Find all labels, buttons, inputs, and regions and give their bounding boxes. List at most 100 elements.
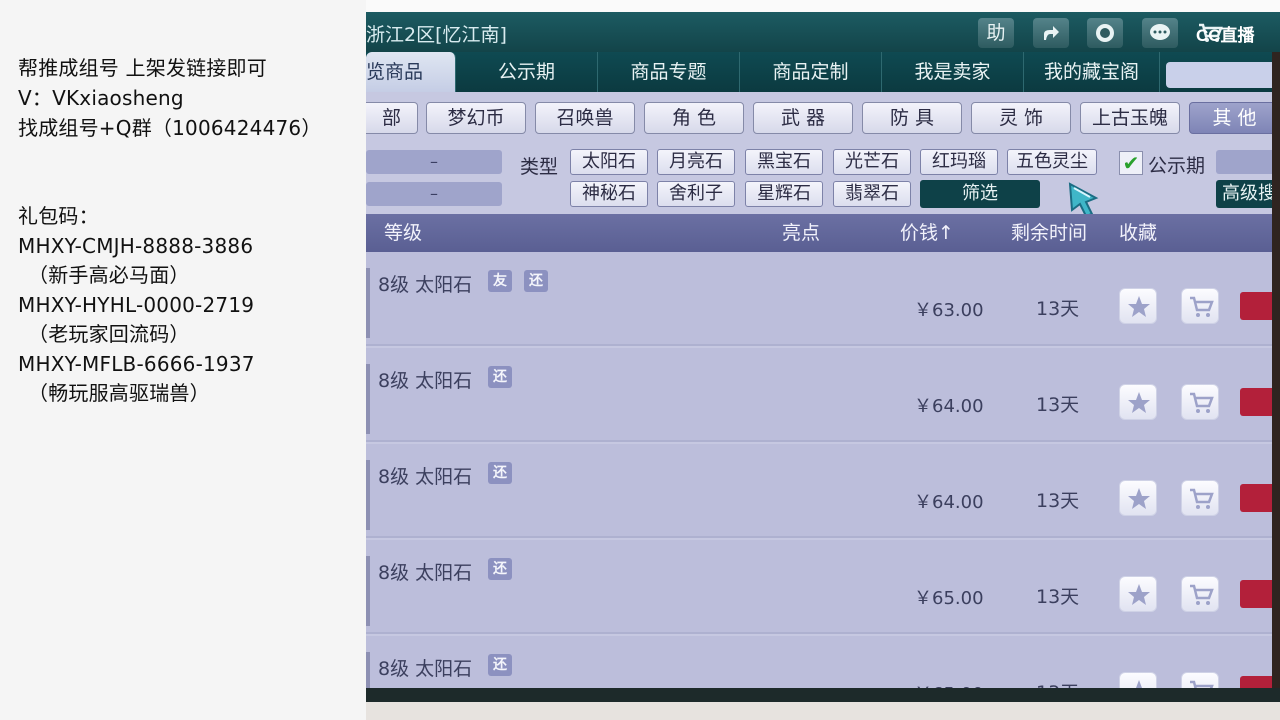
row-edge [366,268,370,338]
table-row[interactable]: 8级 太阳石 还 ￥64.00 13天 [366,348,1280,442]
gift-code-2-note: （老玩家回流码） [28,322,190,346]
type-chip-moon-stone[interactable]: 月亮石 [657,149,735,175]
cart-icon [1190,488,1214,509]
type-chip-relic[interactable]: 舍利子 [657,181,735,207]
category-characters[interactable]: 角 色 [644,102,744,134]
star-icon [1128,296,1150,317]
type-chip-jade-stone[interactable]: 翡翠石 [833,181,911,207]
add-to-cart-button[interactable] [1181,576,1219,612]
row-edge [366,556,370,626]
favorite-button[interactable] [1119,480,1157,516]
sort-arrow-icon: ↑ [938,222,954,244]
category-other[interactable]: 其 他 [1189,102,1280,134]
category-all[interactable]: 部 [366,102,418,134]
title-bar: 浙江2区[忆江南] 助 CC直播 [366,12,1280,52]
item-name: 8级 太阳石 [378,370,473,392]
cart-icon [1190,392,1214,413]
type-chip-red-agate[interactable]: 红玛瑙 [920,149,998,175]
category-weapons[interactable]: 武 器 [753,102,853,134]
category-ancient-jade[interactable]: 上古玉魄 [1080,102,1180,134]
item-name: 8级 太阳石 [378,562,473,584]
qq-group-line: 找成组号+Q群（1006424476） [18,116,322,140]
add-to-cart-button[interactable] [1181,384,1219,420]
item-remaining: 13天 [1036,490,1080,512]
top-strip [366,0,1280,12]
chat-button[interactable] [1142,18,1178,48]
item-remaining: 13天 [1036,298,1080,320]
type-chip-five-color-dust[interactable]: 五色灵尘 [1007,149,1097,175]
record-icon [1096,24,1114,42]
bargain-tag: 还 [488,366,512,388]
tab-custom[interactable]: 商品定制 [740,52,882,92]
table-row[interactable]: 8级 太阳石 还 ￥64.00 13天 [366,444,1280,538]
item-name: 8级 太阳石 [378,658,473,680]
item-name: 8级 太阳石 [378,466,473,488]
row-edge [366,364,370,434]
favorite-button[interactable] [1119,288,1157,324]
contact-line: V：VKxiaosheng [18,86,184,110]
type-chip-black-gem[interactable]: 黑宝石 [745,149,823,175]
tab-my-collection[interactable]: 我的藏宝阁 [1024,52,1160,92]
game-window: 浙江2区[忆江南] 助 CC直播 览商品 公示期 商品专题 商品定制 我是卖家 … [366,0,1280,720]
server-title: 浙江2区[忆江南] [366,24,507,46]
star-icon [1128,488,1150,509]
tab-topics[interactable]: 商品专题 [598,52,740,92]
item-remaining: 13天 [1036,586,1080,608]
gift-code-2: MHXY-HYHL-0000-2719 [18,293,255,317]
item-name: 8级 太阳石 [378,274,473,296]
type-chip-sun-stone[interactable]: 太阳石 [570,149,648,175]
gift-code-3: MHXY-MFLB-6666-1937 [18,352,255,376]
price-range-input[interactable]: – [366,182,502,206]
side-input[interactable] [1216,150,1280,174]
promo-line: 帮推成组号 上架发链接即可 [18,56,267,80]
row-edge [366,460,370,530]
type-chip-radiant-stone[interactable]: 光芒石 [833,149,911,175]
table-row[interactable]: 8级 太阳石 友 还 ￥63.00 13天 [366,252,1280,346]
header-remaining[interactable]: 剩余时间 [1011,214,1087,252]
level-range-input[interactable]: – [366,150,502,174]
gift-code-3-note: （畅玩服高驱瑞兽） [28,381,210,405]
table-header: 等级 亮点 价钱↑ 剩余时间 收藏 [366,214,1280,252]
table-row[interactable]: 8级 太阳石 还 ￥65.00 13天 [366,540,1280,634]
main-nav: 览商品 公示期 商品专题 商品定制 我是卖家 我的藏宝阁 [366,52,1280,92]
category-pets[interactable]: 召唤兽 [535,102,635,134]
item-price: ￥65.00 [914,588,984,609]
category-accessories[interactable]: 灵 饰 [971,102,1071,134]
public-period-checkbox[interactable]: ✔ [1119,151,1143,175]
item-price: ￥63.00 [914,300,984,321]
window-edge [1272,52,1280,702]
type-chip-mystic-stone[interactable]: 神秘石 [570,181,648,207]
star-icon [1128,392,1150,413]
header-level[interactable]: 等级 [384,214,422,252]
bargain-tag: 还 [488,654,512,676]
header-price[interactable]: 价钱↑ [900,214,954,252]
game-bottom-bar [366,688,1280,702]
bargain-tag: 还 [488,462,512,484]
tab-public-period[interactable]: 公示期 [456,52,598,92]
share-button[interactable] [1033,18,1069,48]
header-favorite: 收藏 [1119,222,1158,244]
stream-overlay-panel: 帮推成组号 上架发链接即可 V：VKxiaosheng 找成组号+Q群（1006… [0,0,366,720]
tab-seller[interactable]: 我是卖家 [882,52,1024,92]
type-chip-star-stone[interactable]: 星辉石 [745,181,823,207]
item-remaining: 13天 [1036,394,1080,416]
type-label: 类型 [520,156,559,178]
star-icon [1128,584,1150,605]
public-period-label: 公示期 [1148,155,1206,177]
nav-search-input[interactable] [1166,62,1276,88]
bargain-tag: 还 [488,558,512,580]
item-price: ￥64.00 [914,492,984,513]
add-to-cart-button[interactable] [1181,480,1219,516]
record-button[interactable] [1087,18,1123,48]
favorite-button[interactable] [1119,576,1157,612]
tab-browse[interactable]: 览商品 [366,52,456,92]
cart-icon [1190,584,1214,605]
category-armor[interactable]: 防 具 [862,102,962,134]
add-to-cart-button[interactable] [1181,288,1219,324]
favorite-button[interactable] [1119,384,1157,420]
filter-button[interactable]: 筛选 [920,180,1040,208]
advanced-search-button[interactable]: 高级搜 [1216,180,1280,208]
help-button[interactable]: 助 [978,18,1014,48]
category-currency[interactable]: 梦幻币 [426,102,526,134]
chat-icon [1150,24,1170,40]
